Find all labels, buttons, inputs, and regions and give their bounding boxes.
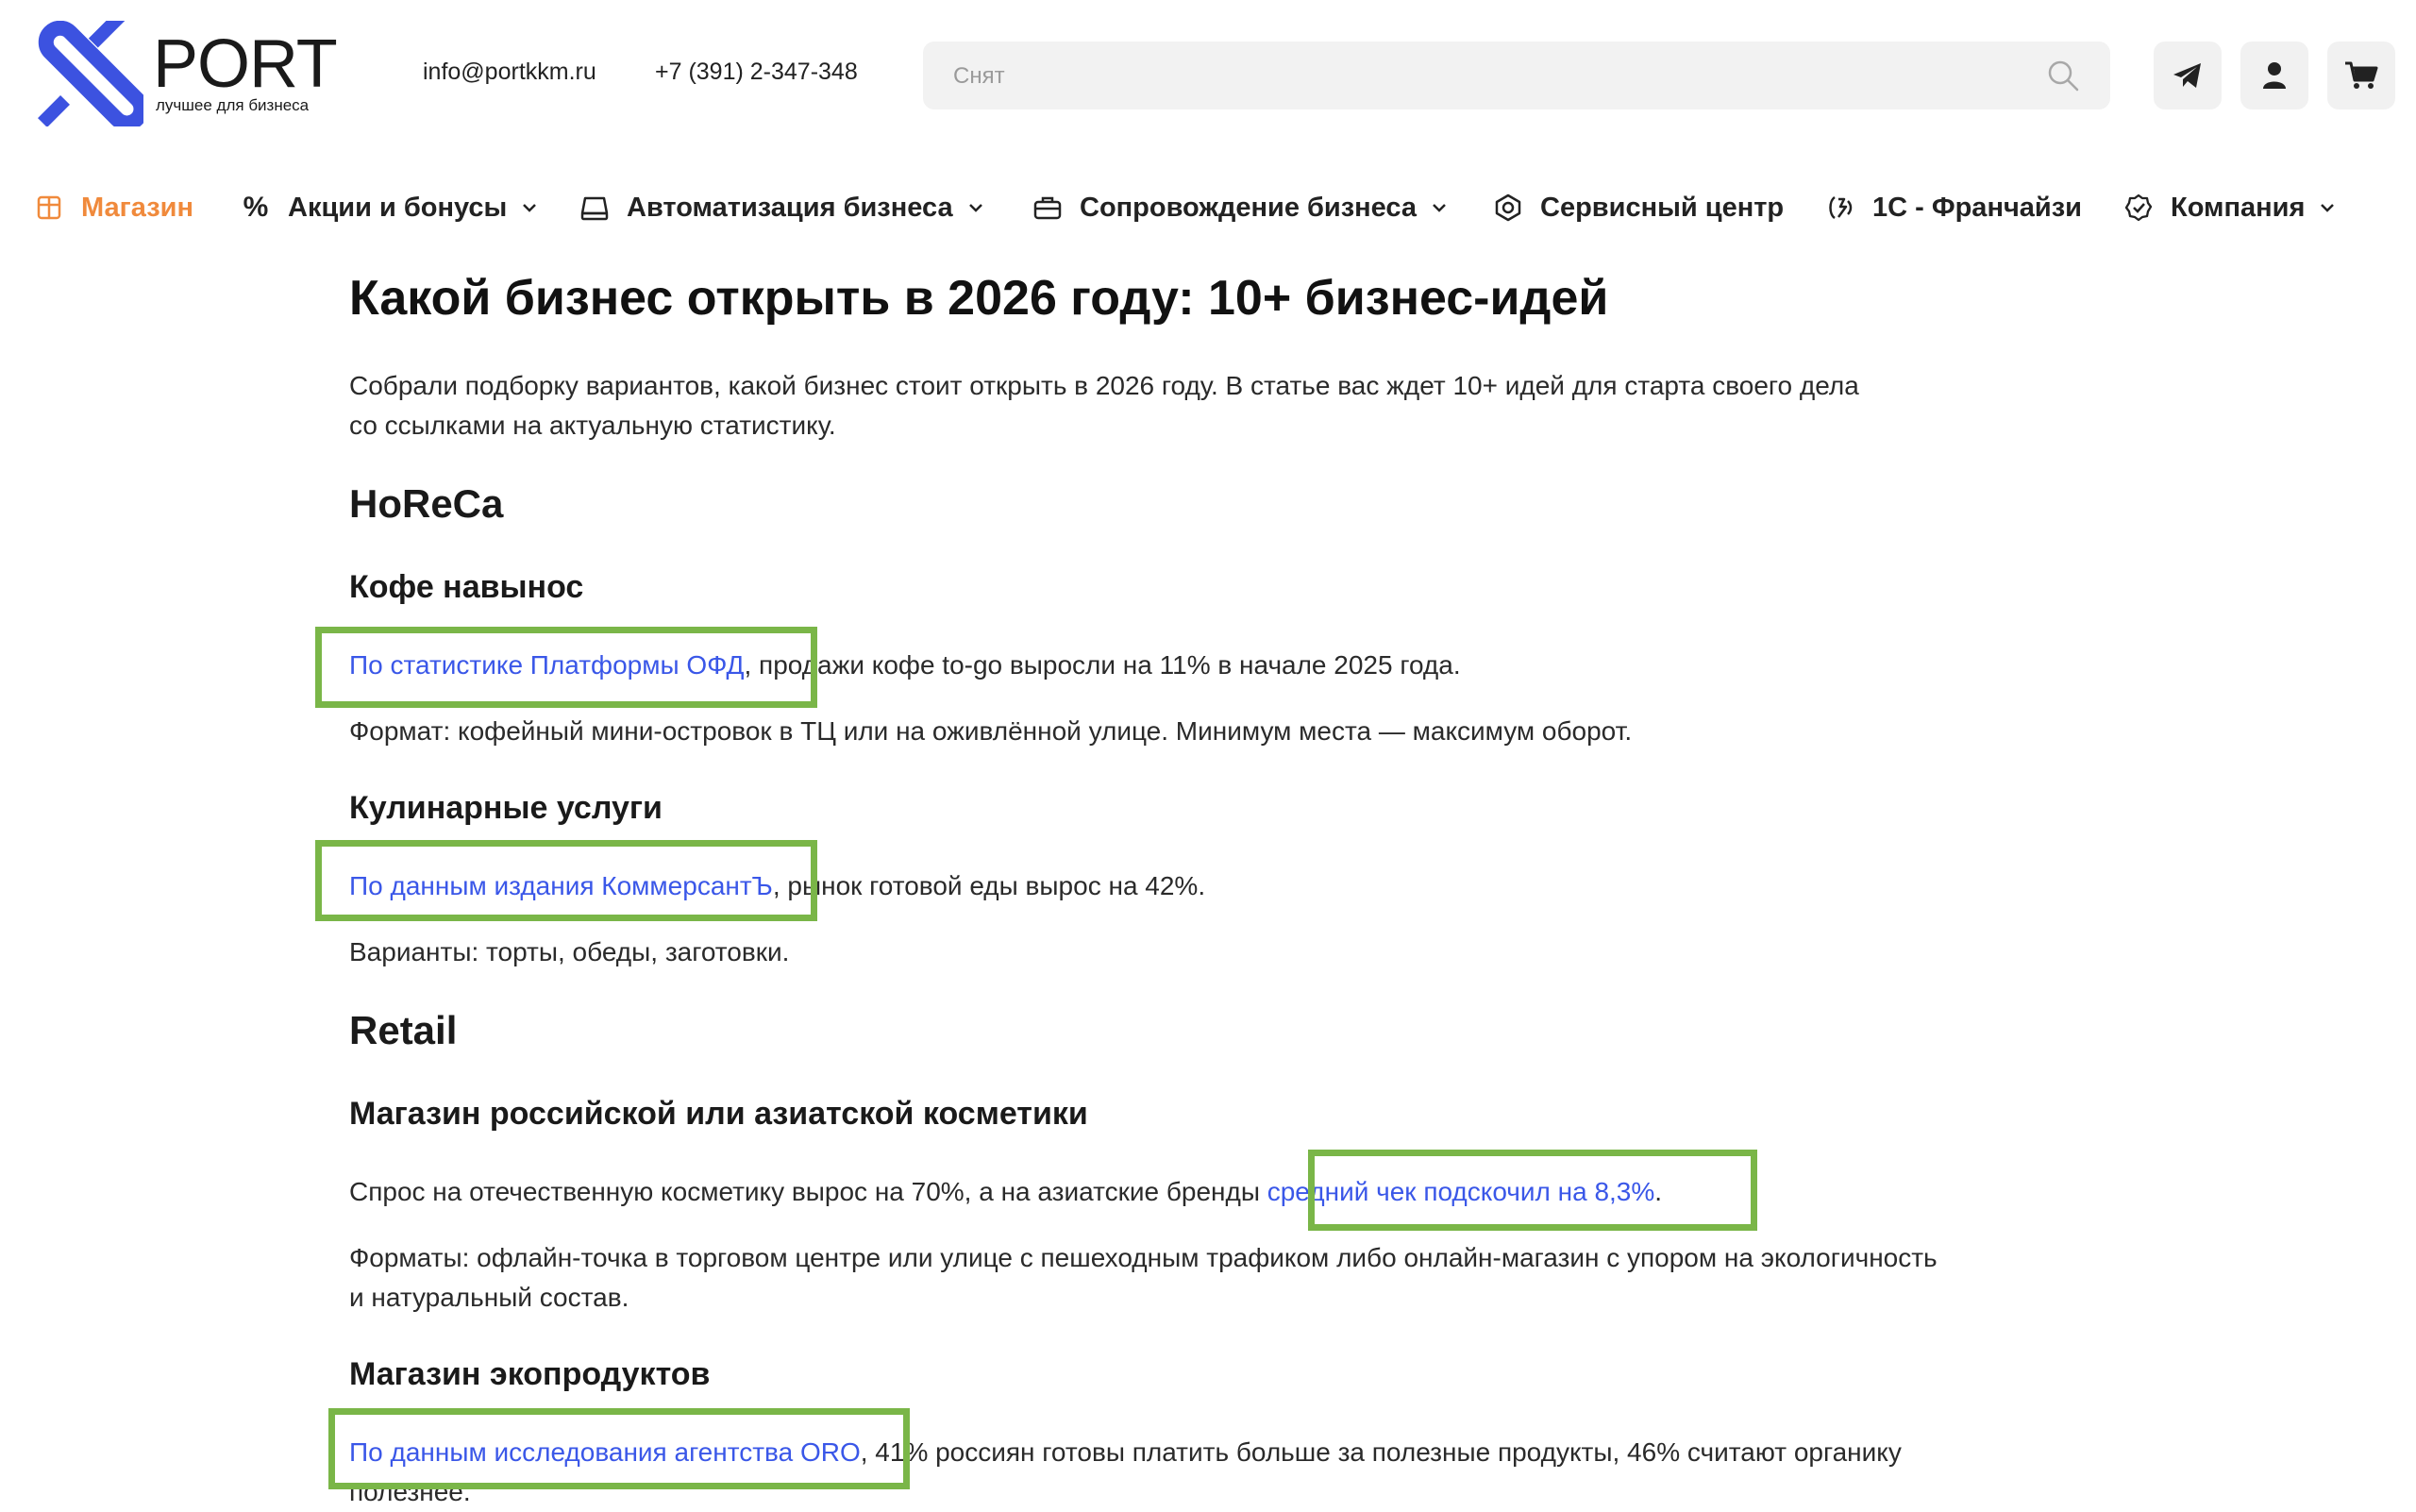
search-input[interactable] <box>951 42 2012 111</box>
subheading-cosmetics: Магазин российской или азиатской космети… <box>349 1096 1088 1132</box>
nav-franchise[interactable]: 1С - Франчайзи <box>1825 187 2082 228</box>
nav-support[interactable]: Сопровождение бизнеса <box>1032 187 1449 228</box>
cosmetics-stat-end: . <box>1654 1177 1663 1206</box>
briefcase-icon <box>1032 193 1063 223</box>
brand-logo[interactable]: PORT лучшее для бизнеса <box>32 21 344 126</box>
verified-badge-icon <box>2123 193 2154 223</box>
cosmetics-stat-paragraph: Спрос на отечественную косметику вырос н… <box>349 1172 2076 1212</box>
percent-icon: % <box>243 192 269 223</box>
nav-automation-label: Автоматизация бизнеса <box>627 192 953 223</box>
nav-franchise-label: 1С - Франчайзи <box>1872 192 2082 223</box>
chevron-down-icon <box>2321 204 2335 212</box>
nav-company[interactable]: Компания <box>2123 187 2337 228</box>
nav-promo[interactable]: % Акции и бонусы <box>241 187 539 228</box>
culinary-stat-paragraph: По данным издания КоммерсантЪ, рынок гот… <box>349 866 2076 906</box>
header-phone[interactable]: +7 (391) 2-347-348 <box>655 57 858 87</box>
nav-promo-label: Акции и бонусы <box>288 192 508 223</box>
account-button[interactable] <box>2240 42 2308 109</box>
logo-tagline: лучшее для бизнеса <box>156 96 310 114</box>
nav-shop[interactable]: Магазин <box>34 187 193 228</box>
coffee-source-link[interactable]: По статистике Платформы ОФД <box>349 650 744 680</box>
cosmetics-source-link[interactable]: средний чек подскочил на 8,3% <box>1267 1177 1655 1206</box>
subheading-culinary: Кулинарные услуги <box>349 790 663 826</box>
intro-line-2: со ссылками на актуальную статистику. <box>349 411 836 440</box>
eco-stat-paragraph: По данным исследования агентства ORO, 41… <box>349 1433 2076 1512</box>
header-email[interactable]: info@portkkm.ru <box>423 57 596 87</box>
cosmetics-formats-line-1: Форматы: офлайн-точка в торговом центре … <box>349 1243 1938 1272</box>
nav-company-label: Компания <box>2171 192 2306 223</box>
nav-support-label: Сопровождение бизнеса <box>1080 192 1418 223</box>
telegram-button[interactable] <box>2154 42 2222 109</box>
cosmetics-formats-paragraph: Форматы: офлайн-точка в торговом центре … <box>349 1238 2076 1318</box>
culinary-source-link[interactable]: По данным издания КоммерсантЪ <box>349 871 773 900</box>
coffee-stat-paragraph: По статистике Платформы ОФД, продажи коф… <box>349 646 2076 685</box>
nav-automation[interactable]: Автоматизация бизнеса <box>579 187 985 228</box>
shop-icon <box>34 193 64 223</box>
nav-shop-label: Магазин <box>81 192 193 223</box>
article-intro: Собрали подборку вариантов, какой бизнес… <box>349 366 2076 445</box>
search-bar <box>923 42 2110 111</box>
nav-service-label: Сервисный центр <box>1540 192 1785 223</box>
telegram-icon <box>2173 63 2201 88</box>
section-heading-retail: Retail <box>349 1008 458 1052</box>
chevron-down-icon <box>1433 204 1446 212</box>
nav-service[interactable]: Сервисный центр <box>1493 187 1784 228</box>
coffee-stat-text: , продажи кофе to-go выросли на 11% в на… <box>744 650 1461 680</box>
cart-button[interactable] <box>2327 42 2395 109</box>
eco-stat-text-2: полезнее. <box>349 1477 471 1506</box>
user-icon <box>2263 62 2286 89</box>
culinary-variants-paragraph: Варианты: торты, обеды, заготовки. <box>349 937 790 966</box>
logo-wordmark: PORT <box>153 26 338 102</box>
cart-icon <box>2345 61 2378 89</box>
intro-line-1: Собрали подборку вариантов, какой бизнес… <box>349 371 1859 400</box>
coffee-format-paragraph: Формат: кофейный мини-островок в ТЦ или … <box>349 716 1633 746</box>
subheading-eco: Магазин экопродуктов <box>349 1356 711 1392</box>
logo-mark-icon <box>38 21 143 126</box>
culinary-stat-text: , рынок готовой еды вырос на 42%. <box>772 871 1206 900</box>
eco-stat-text: , 41% россиян готовы платить больше за п… <box>860 1437 1902 1467</box>
article-title: Какой бизнес открыть в 2026 году: 10+ би… <box>349 271 1609 326</box>
cosmetics-formats-line-2: и натуральный состав. <box>349 1283 629 1312</box>
nut-icon <box>1493 193 1523 223</box>
terminal-icon <box>579 193 610 223</box>
subheading-coffee: Кофе навынос <box>349 569 584 605</box>
section-heading-horeca: HoReCa <box>349 481 504 526</box>
search-icon[interactable] <box>2046 59 2080 92</box>
eco-source-link[interactable]: По данным исследования агентства ORO <box>349 1437 861 1467</box>
franchise-icon <box>1825 193 1855 223</box>
chevron-down-icon <box>523 204 537 212</box>
chevron-down-icon <box>968 204 982 212</box>
cosmetics-stat-text: Спрос на отечественную косметику вырос н… <box>349 1177 1267 1206</box>
